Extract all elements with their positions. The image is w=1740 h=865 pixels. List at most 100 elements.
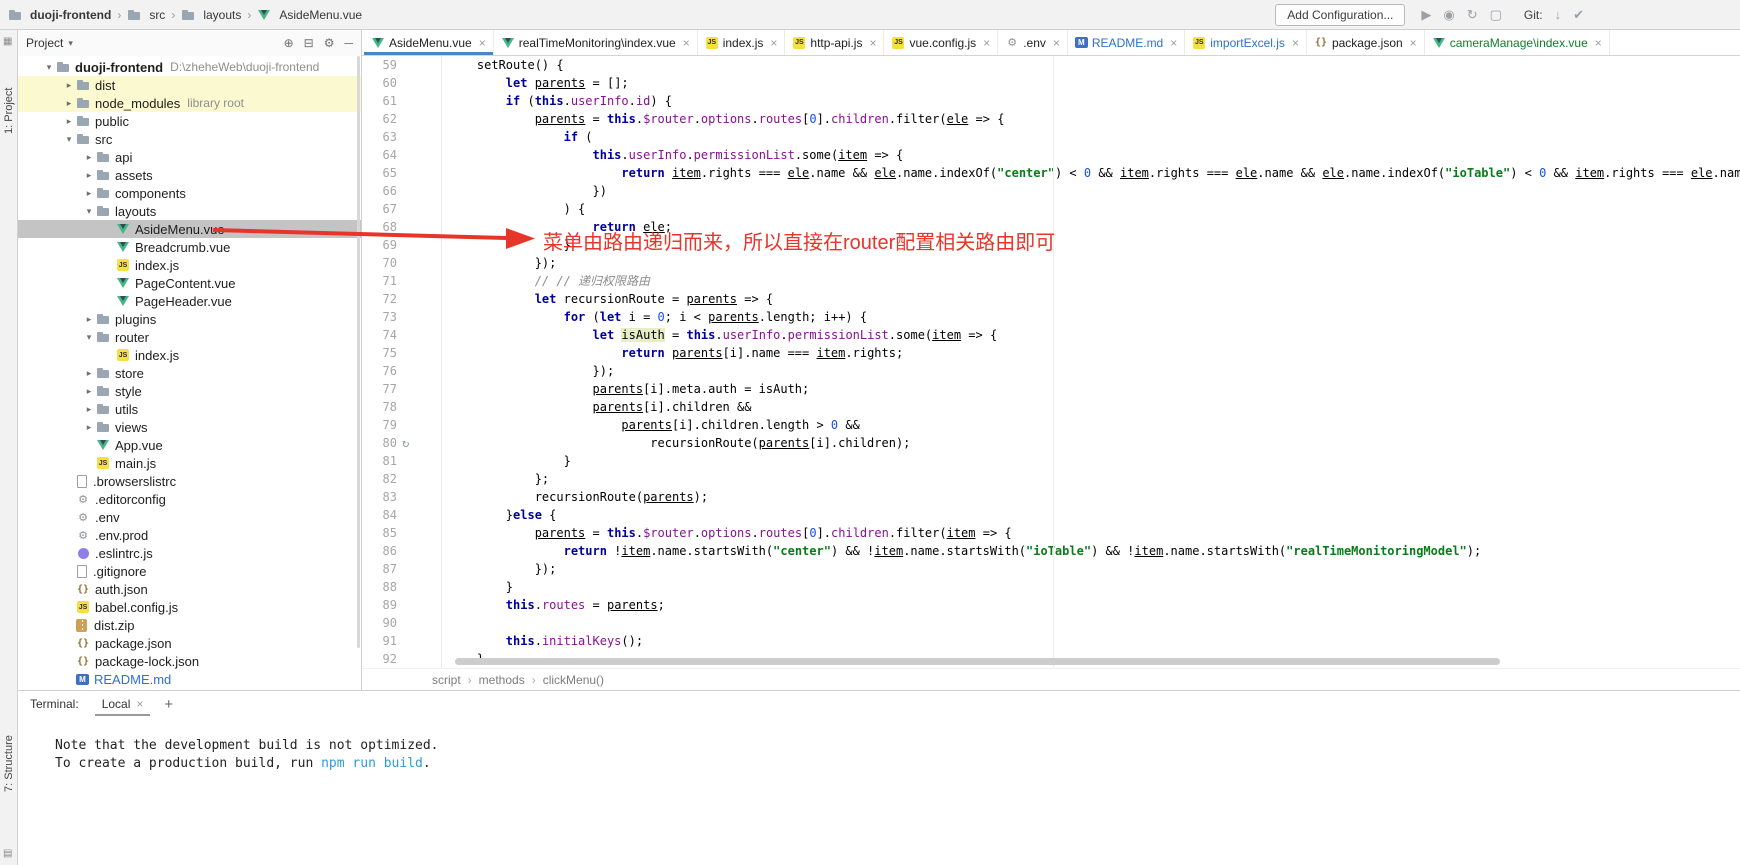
code-line[interactable]: parents[i].meta.auth = isAuth; xyxy=(448,380,1740,398)
tree-item[interactable]: ⚙.env.prod xyxy=(18,526,361,544)
close-icon[interactable]: × xyxy=(1053,36,1060,50)
run-icon[interactable]: ▶ xyxy=(1421,7,1431,22)
line-number[interactable]: 92 xyxy=(362,652,397,666)
code-line[interactable]: this.routes = parents; xyxy=(448,596,1740,614)
chevron-icon[interactable]: ▸ xyxy=(82,188,96,199)
chevron-icon[interactable]: ▸ xyxy=(82,152,96,163)
line-number[interactable]: 80 xyxy=(362,436,397,450)
close-icon[interactable]: × xyxy=(683,36,690,50)
editor-breadcrumb-item[interactable]: script xyxy=(432,673,461,687)
code-line[interactable]: recursionRoute(parents); xyxy=(448,488,1740,506)
line-number[interactable]: 63 xyxy=(362,130,397,144)
chevron-icon[interactable]: ▾ xyxy=(62,134,76,145)
terminal-tab-local[interactable]: Local × xyxy=(95,692,151,716)
tree-item[interactable]: ▾router xyxy=(18,328,361,346)
tree-item[interactable]: {}auth.json xyxy=(18,580,361,598)
tree-item[interactable]: JSbabel.config.js xyxy=(18,598,361,616)
chevron-icon[interactable]: ▸ xyxy=(62,80,76,91)
project-view-selector[interactable]: Project ▾ xyxy=(26,36,73,50)
tree-item[interactable]: ⚙.env xyxy=(18,508,361,526)
code-line[interactable]: parents[i].children && xyxy=(448,398,1740,416)
close-icon[interactable]: × xyxy=(1170,36,1177,50)
tree-item[interactable]: ▸dist xyxy=(18,76,361,94)
project-tool-button[interactable]: 1: Project xyxy=(3,88,15,134)
breadcrumb-item[interactable]: layouts xyxy=(181,8,241,22)
editor-tab[interactable]: {}package.json× xyxy=(1307,30,1425,55)
tree-item[interactable]: ▸api xyxy=(18,148,361,166)
code-line[interactable]: parents = this.$router.options.routes[0]… xyxy=(448,524,1740,542)
tree-item[interactable]: ▸views xyxy=(18,418,361,436)
tree-item[interactable]: {}package-lock.json xyxy=(18,652,361,670)
chevron-icon[interactable]: ▾ xyxy=(82,206,96,217)
line-number[interactable]: 69 xyxy=(362,238,397,252)
structure-tool-button[interactable]: 7: Structure xyxy=(3,735,15,792)
tree-item[interactable]: ▸node_moduleslibrary root xyxy=(18,94,361,112)
tree-item[interactable]: .browserslistrc xyxy=(18,472,361,490)
line-number[interactable]: 91 xyxy=(362,634,397,648)
line-number[interactable]: 78 xyxy=(362,400,397,414)
line-number[interactable]: 90 xyxy=(362,616,397,630)
tree-item[interactable]: .gitignore xyxy=(18,562,361,580)
line-number[interactable]: 72 xyxy=(362,292,397,306)
editor-breadcrumb-item[interactable]: clickMenu() xyxy=(543,673,604,687)
code-line[interactable]: let parents = []; xyxy=(448,74,1740,92)
tree-item[interactable]: PageContent.vue xyxy=(18,274,361,292)
code-line[interactable]: if (this.userInfo.id) { xyxy=(448,92,1740,110)
line-number[interactable]: 87 xyxy=(362,562,397,576)
code-line[interactable]: let recursionRoute = parents => { xyxy=(448,290,1740,308)
code-line[interactable]: }) xyxy=(448,182,1740,200)
breadcrumb-item[interactable]: AsideMenu.vue xyxy=(257,8,362,22)
tree-item[interactable]: App.vue xyxy=(18,436,361,454)
breadcrumb-item[interactable]: src xyxy=(127,8,165,22)
horizontal-scrollbar[interactable] xyxy=(455,658,1500,665)
stop-icon[interactable]: ▢ xyxy=(1490,7,1502,22)
code-line[interactable] xyxy=(448,614,1740,632)
code-area[interactable]: 5960616263646566676869707172737475767778… xyxy=(362,56,1740,668)
tree-item[interactable]: JSindex.js xyxy=(18,256,361,274)
code-line[interactable]: this.initialKeys(); xyxy=(448,632,1740,650)
code-line[interactable]: return parents[i].name === item.rights; xyxy=(448,344,1740,362)
tree-item[interactable]: ⚙.editorconfig xyxy=(18,490,361,508)
line-number[interactable]: 67 xyxy=(362,202,397,216)
tree-item[interactable]: ▸assets xyxy=(18,166,361,184)
close-icon[interactable]: × xyxy=(983,36,990,50)
code-line[interactable]: setRoute() { xyxy=(448,56,1740,74)
code-line[interactable]: }); xyxy=(448,254,1740,272)
code-line[interactable]: }else { xyxy=(448,506,1740,524)
code-line[interactable]: return item.rights === ele.name && ele.n… xyxy=(448,164,1740,182)
line-number[interactable]: 82 xyxy=(362,472,397,486)
add-configuration-button[interactable]: Add Configuration... xyxy=(1275,4,1405,26)
chevron-icon[interactable]: ▸ xyxy=(82,386,96,397)
tree-item[interactable]: ▸style xyxy=(18,382,361,400)
line-number[interactable]: 77 xyxy=(362,382,397,396)
tree-item[interactable]: ▾src xyxy=(18,130,361,148)
refresh-icon[interactable]: ↻ xyxy=(1467,7,1478,22)
settings-icon[interactable]: ⚙ xyxy=(324,36,335,50)
editor-tab[interactable]: cameraManage\index.vue× xyxy=(1425,30,1610,55)
locate-icon[interactable]: ⊕ xyxy=(284,36,294,50)
line-number[interactable]: 85 xyxy=(362,526,397,540)
code-line[interactable]: parents = this.$router.options.routes[0]… xyxy=(448,110,1740,128)
tree-item[interactable]: ▸public xyxy=(18,112,361,130)
git-commit-icon[interactable]: ✔ xyxy=(1573,7,1584,22)
editor-tab[interactable]: JSvue.config.js× xyxy=(884,30,998,55)
code-line[interactable]: } xyxy=(448,578,1740,596)
editor-breadcrumb-item[interactable]: methods xyxy=(479,673,525,687)
chevron-icon[interactable]: ▸ xyxy=(82,422,96,433)
tree-item[interactable]: ▸utils xyxy=(18,400,361,418)
editor-tab[interactable]: JShttp-api.js× xyxy=(785,30,884,55)
line-number[interactable]: 86 xyxy=(362,544,397,558)
close-icon[interactable]: × xyxy=(869,36,876,50)
code-line[interactable]: if ( xyxy=(448,128,1740,146)
tree-item[interactable]: ▾duoji-frontendD:\zheheWeb\duoji-fronten… xyxy=(18,58,361,76)
code-line[interactable]: // // 递归权限路由 xyxy=(448,272,1740,290)
editor-tab[interactable]: AsideMenu.vue× xyxy=(364,30,494,55)
tree-item[interactable]: Breadcrumb.vue xyxy=(18,238,361,256)
chevron-icon[interactable]: ▸ xyxy=(82,170,96,181)
editor-tab[interactable]: MREADME.md× xyxy=(1068,30,1185,55)
tree-item[interactable]: PageHeader.vue xyxy=(18,292,361,310)
code-line[interactable]: parents[i].children.length > 0 && xyxy=(448,416,1740,434)
breadcrumb-item[interactable]: duoji-frontend xyxy=(8,8,111,22)
tree-item[interactable]: AsideMenu.vue xyxy=(18,220,361,238)
tree-item[interactable]: ▸components xyxy=(18,184,361,202)
